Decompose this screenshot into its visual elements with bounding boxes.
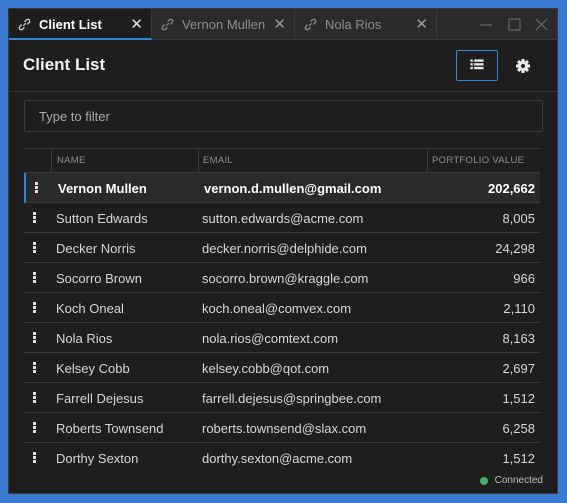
client-email: socorro.brown@kraggle.com <box>202 271 369 286</box>
client-email: dorthy.sexton@acme.com <box>202 451 353 466</box>
table-row[interactable]: Roberts Townsend roberts.townsend@slax.c… <box>24 413 540 443</box>
table-row[interactable]: Socorro Brown socorro.brown@kraggle.com … <box>24 263 540 293</box>
portfolio-value: 1,512 <box>502 391 535 406</box>
gear-icon <box>516 59 530 73</box>
settings-button[interactable] <box>509 53 537 79</box>
client-name: Farrell Dejesus <box>56 391 144 406</box>
client-name: Nola Rios <box>56 331 113 346</box>
client-name: Sutton Edwards <box>56 211 148 226</box>
client-name: Dorthy Sexton <box>56 451 139 466</box>
client-email: nola.rios@comtext.com <box>202 331 339 346</box>
drag-handle-icon[interactable] <box>33 302 37 314</box>
table-row[interactable]: Kelsey Cobb kelsey.cobb@qot.com 2,697 <box>24 353 540 383</box>
list-view-button[interactable] <box>456 50 498 81</box>
tab-vernon-mullen[interactable]: Vernon Mullen ✕ <box>152 9 295 40</box>
portfolio-value: 2,110 <box>503 301 535 316</box>
client-email: sutton.edwards@acme.com <box>202 211 364 226</box>
window-close-icon[interactable] <box>527 9 557 40</box>
portfolio-value: 966 <box>513 271 535 286</box>
table-row[interactable]: Farrell Dejesus farrell.dejesus@springbe… <box>24 383 540 413</box>
column-header-name[interactable]: NAME <box>57 155 86 166</box>
drag-handle-icon[interactable] <box>33 392 37 404</box>
table-row[interactable]: Decker Norris decker.norris@delphide.com… <box>24 233 540 263</box>
column-divider[interactable] <box>51 149 52 173</box>
client-email: kelsey.cobb@qot.com <box>202 361 330 376</box>
portfolio-value: 8,163 <box>502 331 535 346</box>
portfolio-value: 1,512 <box>502 451 535 466</box>
table-row[interactable]: Vernon Mullen vernon.d.mullen@gmail.com … <box>24 173 540 203</box>
table-row[interactable]: Koch Oneal koch.oneal@comvex.com 2,110 <box>24 293 540 323</box>
drag-handle-icon[interactable] <box>33 452 37 464</box>
tab-nola-rios[interactable]: Nola Rios ✕ <box>295 9 437 40</box>
link-icon <box>18 18 31 31</box>
client-name: Decker Norris <box>56 241 136 256</box>
list-icon <box>470 59 484 70</box>
client-name: Kelsey Cobb <box>56 361 130 376</box>
tab-label: Nola Rios <box>325 17 382 32</box>
table-header: NAME EMAIL PORTFOLIO VALUE <box>24 148 540 173</box>
drag-handle-icon[interactable] <box>33 422 37 434</box>
status-dot-icon <box>479 476 488 485</box>
page-title: Client List <box>23 55 106 74</box>
client-name: Vernon Mullen <box>58 181 147 196</box>
client-email: farrell.dejesus@springbee.com <box>202 391 382 406</box>
portfolio-value: 2,697 <box>502 361 535 376</box>
header-divider <box>9 91 557 92</box>
tab-bar: Client List ✕ Vernon Mullen ✕ Nola Rios … <box>9 9 557 40</box>
column-divider[interactable] <box>427 149 428 173</box>
drag-handle-icon[interactable] <box>35 182 39 194</box>
client-email: decker.norris@delphide.com <box>202 241 367 256</box>
table-row[interactable]: Sutton Edwards sutton.edwards@acme.com 8… <box>24 203 540 233</box>
portfolio-value: 202,662 <box>488 181 535 196</box>
drag-handle-icon[interactable] <box>33 362 37 374</box>
tab-client-list[interactable]: Client List ✕ <box>9 9 152 40</box>
app-window: Client List ✕ Vernon Mullen ✕ Nola Rios … <box>8 8 558 494</box>
portfolio-value: 8,005 <box>502 211 535 226</box>
client-table: NAME EMAIL PORTFOLIO VALUE Vernon Mullen… <box>24 148 540 473</box>
link-icon <box>304 18 317 31</box>
tab-label: Client List <box>39 17 102 32</box>
maximize-icon[interactable] <box>499 9 529 40</box>
client-name: Socorro Brown <box>56 271 142 286</box>
drag-handle-icon[interactable] <box>33 332 37 344</box>
column-header-email[interactable]: EMAIL <box>203 155 233 166</box>
minimize-icon[interactable] <box>471 9 501 40</box>
connection-status: Connected <box>479 475 543 486</box>
drag-handle-icon[interactable] <box>33 242 37 254</box>
client-name: Roberts Townsend <box>56 421 164 436</box>
link-icon <box>161 18 174 31</box>
table-row[interactable]: Dorthy Sexton dorthy.sexton@acme.com 1,5… <box>24 443 540 473</box>
drag-handle-icon[interactable] <box>33 272 37 284</box>
client-email: roberts.townsend@slax.com <box>202 421 367 436</box>
filter-input[interactable] <box>24 100 543 132</box>
status-text: Connected <box>494 475 543 486</box>
close-icon[interactable]: ✕ <box>415 15 428 33</box>
tab-label: Vernon Mullen <box>182 17 266 32</box>
close-icon[interactable]: ✕ <box>273 15 286 33</box>
portfolio-value: 24,298 <box>495 241 535 256</box>
close-icon[interactable]: ✕ <box>130 15 143 33</box>
page-header: Client List <box>9 40 557 92</box>
portfolio-value: 6,258 <box>502 421 535 436</box>
client-email: vernon.d.mullen@gmail.com <box>204 181 382 196</box>
table-row[interactable]: Nola Rios nola.rios@comtext.com 8,163 <box>24 323 540 353</box>
column-divider[interactable] <box>198 149 199 173</box>
drag-handle-icon[interactable] <box>33 212 37 224</box>
column-header-portfolio-value[interactable]: PORTFOLIO VALUE <box>432 155 524 166</box>
client-name: Koch Oneal <box>56 301 124 316</box>
client-email: koch.oneal@comvex.com <box>202 301 352 316</box>
